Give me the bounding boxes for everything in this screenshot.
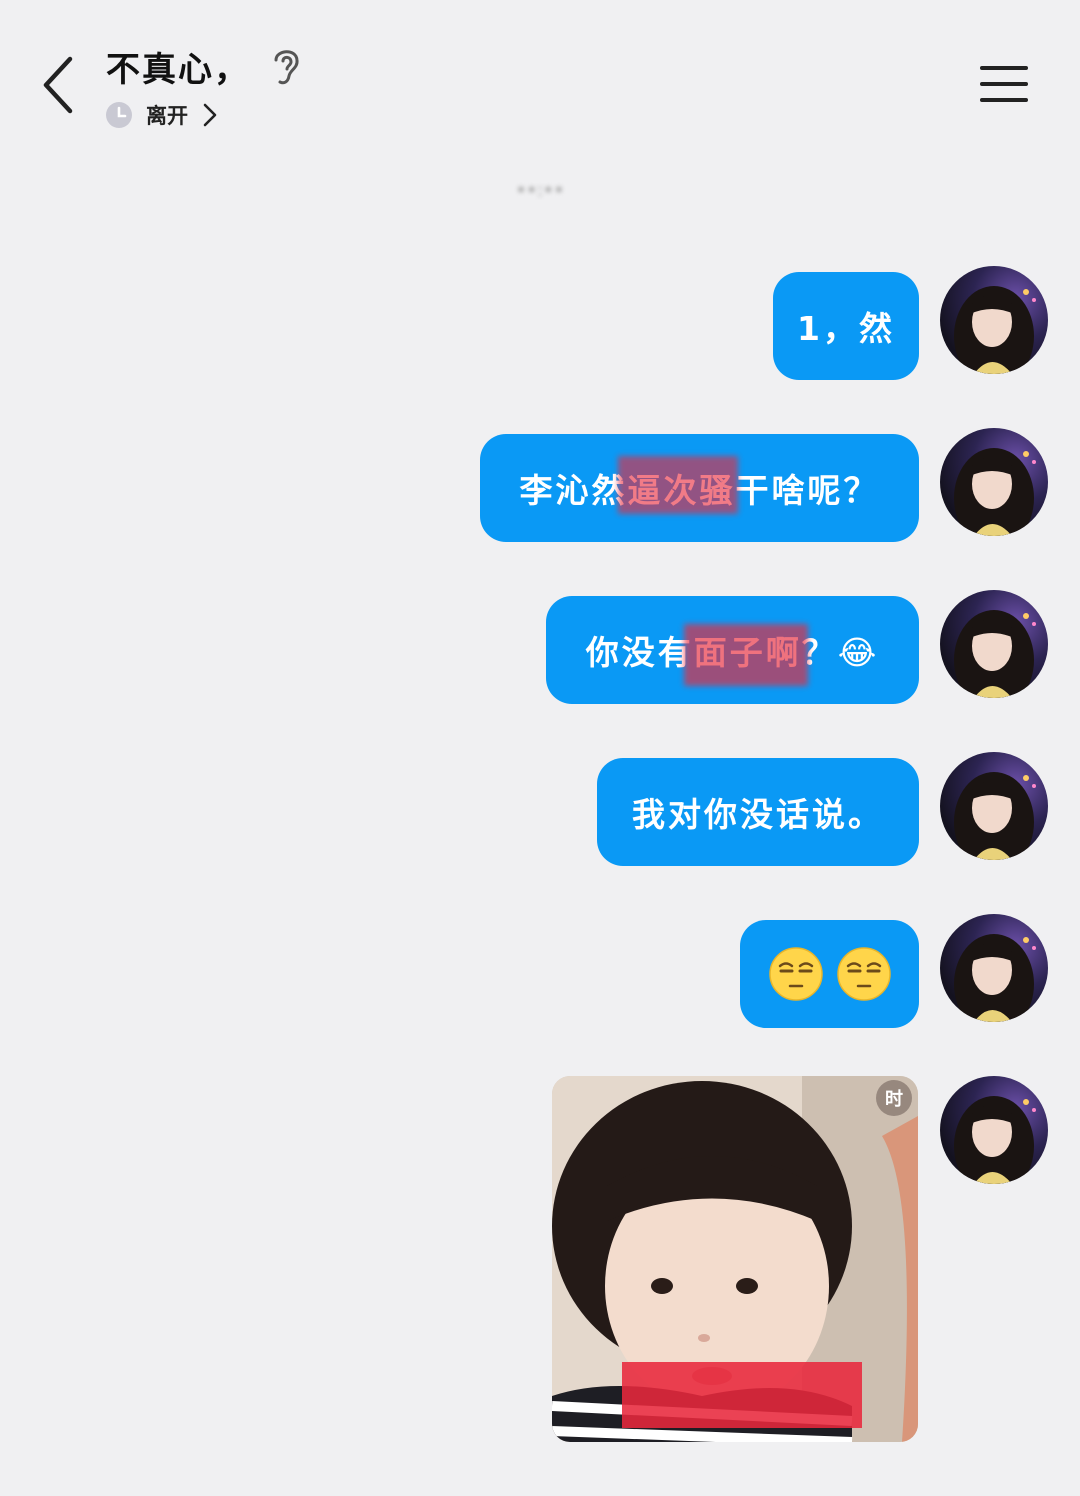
avatar-image	[954, 772, 1036, 860]
avatar[interactable]	[940, 1076, 1048, 1184]
child-photo: 时	[552, 1076, 918, 1442]
ear-icon[interactable]	[268, 44, 304, 88]
avatar-image	[954, 448, 1036, 536]
avatar-image	[954, 934, 1036, 1022]
redaction-mark	[618, 456, 738, 514]
clock-icon	[106, 102, 132, 128]
message-text: 我对你没话说。	[632, 795, 884, 834]
back-button[interactable]	[30, 50, 86, 120]
chevron-left-icon	[43, 56, 73, 114]
message-timestamp: ••:••	[515, 179, 565, 201]
message-bubble[interactable]: 我对你没话说。	[597, 758, 919, 866]
avatar[interactable]	[940, 428, 1048, 536]
status-text: 离开	[146, 104, 188, 128]
redaction-mark	[684, 624, 808, 686]
avatar[interactable]	[940, 914, 1048, 1022]
avatar[interactable]	[940, 590, 1048, 698]
message-bubble[interactable]: 你没有面子啊？😂	[546, 596, 919, 704]
photo-badge: 时	[885, 1089, 903, 1110]
avatar[interactable]	[940, 266, 1048, 374]
title-row: 不真心，	[106, 40, 304, 92]
image-message[interactable]: 时	[552, 1076, 918, 1442]
status-row[interactable]: 离开	[106, 98, 218, 132]
message-text: 1，然	[797, 309, 895, 348]
message-bubble[interactable]: 1，然	[773, 272, 919, 380]
redaction-mark	[622, 1362, 862, 1428]
chevron-right-icon	[203, 103, 217, 127]
chat-header: 不真心， 离开	[0, 0, 1080, 150]
menu-icon	[980, 66, 1028, 70]
avatar-image	[954, 1096, 1036, 1184]
unamused-face-icon	[836, 947, 891, 1001]
avatar-image	[954, 610, 1036, 698]
unamused-face-icon	[768, 947, 823, 1001]
avatar[interactable]	[940, 752, 1048, 860]
contact-name[interactable]: 不真心，	[106, 42, 250, 91]
avatar-image	[954, 286, 1036, 374]
menu-button[interactable]	[972, 56, 1036, 112]
emoji-message-bubble[interactable]	[740, 920, 919, 1028]
message-bubble[interactable]: 李沁然逼次骚干啥呢？	[480, 434, 919, 542]
